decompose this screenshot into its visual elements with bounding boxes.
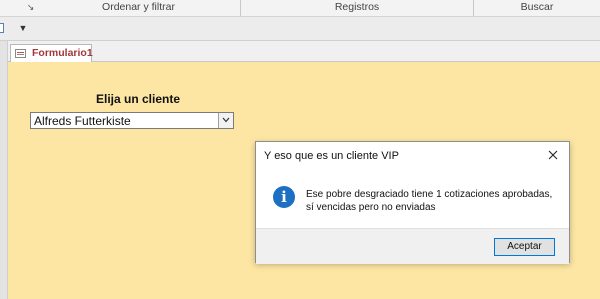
accept-button[interactable]: Aceptar [494,238,555,256]
form-view-icon[interactable] [0,23,4,33]
client-label: Elija un cliente [96,92,181,106]
dialog-message: Ese pobre desgraciado tiene 1 cotizacion… [306,189,553,213]
combobox-dropdown-button[interactable] [218,113,233,128]
client-combobox[interactable]: Alfreds Futterkiste [30,112,234,129]
customize-quick-access-icon[interactable]: ▼ [17,22,29,34]
navigation-pane-collapsed[interactable] [0,41,8,299]
close-button[interactable] [543,146,563,164]
tab-label: Formulario1 [32,47,93,59]
ribbon-group-sort-filter: Ordenar y filtrar [37,0,241,16]
combobox-value: Alfreds Futterkiste [34,114,131,128]
document-tab-bar: Formulario1 [8,41,600,62]
form-icon [15,49,26,58]
info-icon: i [273,186,295,208]
close-icon [548,150,558,160]
tab-formulario1[interactable]: Formulario1 [10,44,93,62]
chevron-down-icon [222,117,230,123]
dialog-footer: Aceptar [256,228,569,264]
quick-access-toolbar: ▼ [0,17,600,41]
dialog-title: Y eso que es un cliente VIP [264,150,399,162]
message-dialog: Y eso que es un cliente VIP i Ese pobre … [255,141,570,264]
dialog-launcher-icon[interactable]: ↘ [26,3,35,12]
ribbon-group-records: Registros [241,0,474,16]
ribbon-group-labels: ↘ Ordenar y filtrar Registros Buscar [0,0,600,17]
ribbon-group-find: Buscar [520,1,554,13]
